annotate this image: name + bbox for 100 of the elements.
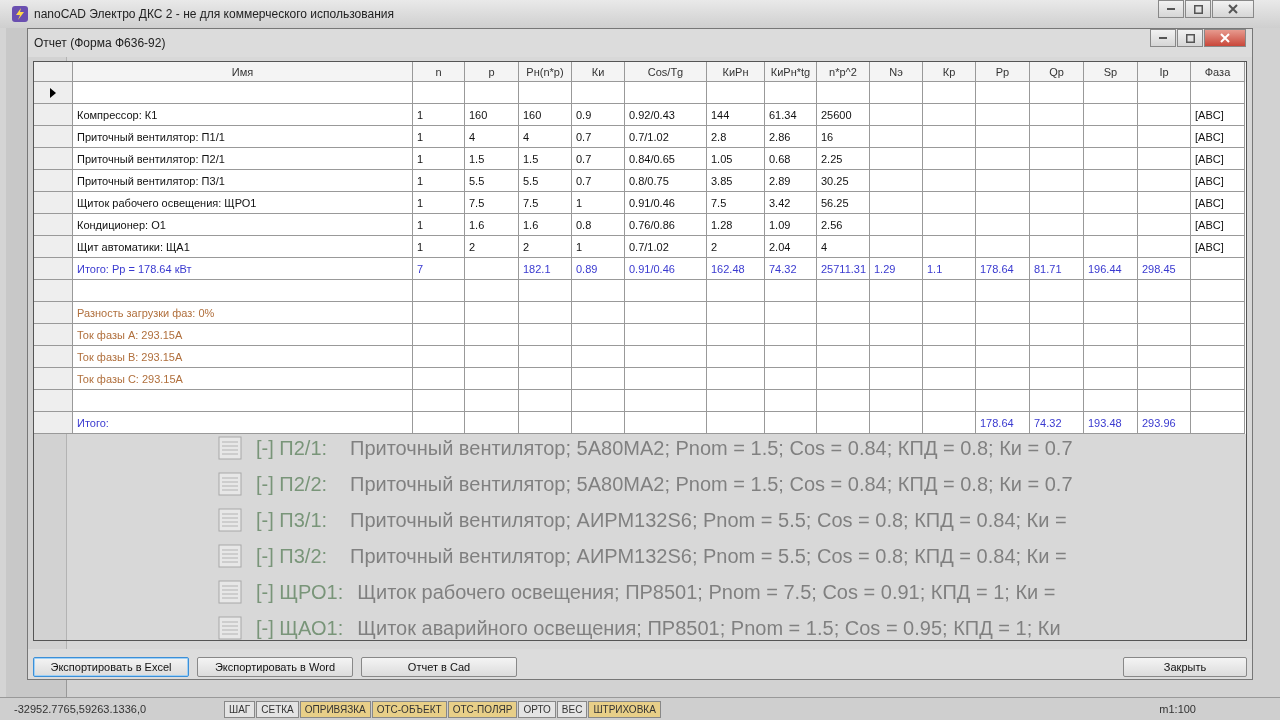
item-code: [-] ЩРО1: [256, 580, 344, 604]
status-toggle[interactable]: ШАГ [224, 700, 256, 718]
table-cell: 298.45 [1138, 258, 1191, 280]
table-cell: 1.5 [465, 148, 519, 170]
table-cell [976, 214, 1030, 236]
maximize-button[interactable] [1185, 0, 1211, 18]
table-cell [1138, 368, 1191, 390]
status-toggle[interactable]: СЕТКА [256, 700, 299, 718]
dialog-button[interactable]: Закрыть [1123, 657, 1247, 677]
table-cell [413, 280, 465, 302]
table-cell [1030, 236, 1084, 258]
column-header[interactable]: Ки [572, 62, 625, 82]
table-cell: 1 [413, 104, 465, 126]
column-header[interactable]: Кр [923, 62, 976, 82]
column-header[interactable]: n [413, 62, 465, 82]
table-cell: 144 [707, 104, 765, 126]
table-cell: 61.34 [765, 104, 817, 126]
table-cell [870, 324, 923, 346]
table-cell: 3.42 [765, 192, 817, 214]
close-button[interactable] [1204, 29, 1246, 47]
table-cell: Итого: [73, 412, 413, 434]
column-header[interactable]: Имя [73, 62, 413, 82]
table-cell [1084, 170, 1138, 192]
table-cell [1138, 214, 1191, 236]
column-header[interactable]: Рр [976, 62, 1030, 82]
minimize-button[interactable] [1150, 29, 1176, 47]
column-header[interactable]: Фаза [1191, 62, 1245, 82]
status-toggle[interactable]: ОПРИВЯЗКА [299, 700, 371, 718]
column-header[interactable]: Nэ [870, 62, 923, 82]
table-cell [923, 324, 976, 346]
item-code: [-] П3/2: [256, 544, 329, 568]
dialog-button[interactable]: Экспортировать в Word [197, 657, 353, 677]
column-header[interactable]: Qр [1030, 62, 1084, 82]
table-cell [976, 390, 1030, 412]
table-cell [1030, 104, 1084, 126]
status-toggle[interactable]: ОРТО [518, 700, 556, 718]
table-cell [413, 324, 465, 346]
table-cell: 7.5 [519, 192, 572, 214]
table-cell: [ABC] [1191, 214, 1245, 236]
status-toggle[interactable]: ОТС-ОБЪЕКТ [371, 700, 447, 718]
table-cell: Кондиционер: О1 [73, 214, 413, 236]
status-toggle[interactable]: ШТРИХОВКА [588, 700, 661, 718]
table-cell [923, 236, 976, 258]
maximize-icon [1193, 4, 1203, 14]
table-cell: 1.28 [707, 214, 765, 236]
current-row-icon [50, 87, 56, 98]
table-cell [1030, 170, 1084, 192]
table-cell: 0.7/1.02 [625, 236, 707, 258]
table-cell [976, 192, 1030, 214]
table-cell [817, 346, 870, 368]
table-cell [976, 126, 1030, 148]
table-cell: Ток фазы А: 293.15А [73, 324, 413, 346]
table-cell [1084, 214, 1138, 236]
column-header[interactable]: Ip [1138, 62, 1191, 82]
close-button[interactable] [1212, 0, 1254, 18]
table-cell [765, 280, 817, 302]
table-cell [413, 82, 465, 104]
table-cell [1138, 236, 1191, 258]
table-cell [923, 390, 976, 412]
table-cell [707, 412, 765, 434]
dialog-button[interactable]: Экспортировать в Excel [33, 657, 189, 677]
table-cell: 1 [413, 148, 465, 170]
table-cell [707, 324, 765, 346]
table-cell [976, 236, 1030, 258]
item-description: Щиток аварийного освещения; ПР8501; Pnom = 1.5; Cos = 0.95; КПД = 1; Ки [357, 616, 1061, 640]
column-header[interactable]: Cos/Tg [625, 62, 707, 82]
table-cell [817, 324, 870, 346]
table-cell [923, 170, 976, 192]
table-cell [976, 280, 1030, 302]
table-cell: [ABC] [1191, 192, 1245, 214]
table-cell: 81.71 [1030, 258, 1084, 280]
table-cell [413, 346, 465, 368]
table-cell [923, 192, 976, 214]
table-cell: 30.25 [817, 170, 870, 192]
item-description: Щиток рабочего освещения; ПР8501; Pnom = 7.5; Cos = 0.91; КПД = 1; Ки = [357, 580, 1056, 604]
table-cell: 193.48 [1084, 412, 1138, 434]
column-header[interactable]: n*p^2 [817, 62, 870, 82]
column-header[interactable]: p [465, 62, 519, 82]
status-toggle[interactable]: ВЕС [556, 700, 588, 718]
table-cell [707, 280, 765, 302]
status-toggle[interactable]: ОТС-ПОЛЯР [447, 700, 518, 718]
maximize-button[interactable] [1177, 29, 1203, 47]
row-header[interactable] [34, 82, 73, 104]
column-header[interactable]: КиРн [707, 62, 765, 82]
table-cell [817, 302, 870, 324]
table-cell [976, 170, 1030, 192]
table-cell: Ток фазы В: 293.15А [73, 346, 413, 368]
table-cell [572, 302, 625, 324]
dialog-title: Отчет (Форма Ф636-92) [34, 36, 166, 50]
table-cell [519, 82, 572, 104]
table-cell: 1.1 [923, 258, 976, 280]
table-cell [1030, 192, 1084, 214]
table-cell [1030, 214, 1084, 236]
minimize-button[interactable] [1158, 0, 1184, 18]
table-cell: 1 [413, 236, 465, 258]
dialog-button[interactable]: Отчет в Cad [361, 657, 517, 677]
column-header[interactable]: Sp [1084, 62, 1138, 82]
column-header[interactable]: Рн(n*p) [519, 62, 572, 82]
column-header[interactable]: КиРн*tg [765, 62, 817, 82]
list-icon [218, 472, 242, 496]
